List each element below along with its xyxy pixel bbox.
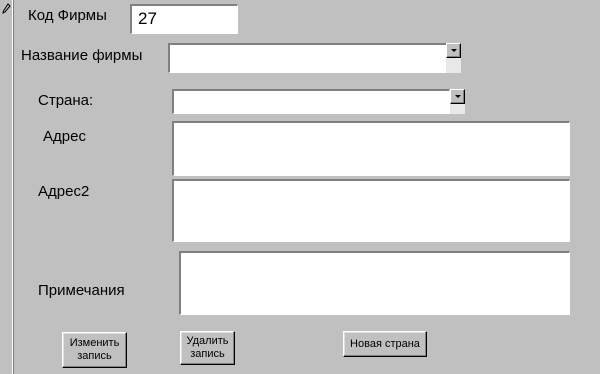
address2-label: Адрес2	[38, 183, 90, 200]
notes-field[interactable]	[179, 251, 570, 315]
notes-label: Примечания	[38, 282, 125, 299]
firm-name-dropdown-track	[446, 58, 461, 73]
firm-name-combo[interactable]	[168, 43, 447, 73]
chevron-down-icon	[451, 49, 457, 52]
country-dropdown-button[interactable]	[450, 89, 465, 104]
firm-code-field[interactable]: 27	[130, 4, 238, 34]
new-country-button[interactable]: Новая страна	[343, 331, 427, 357]
country-label: Страна:	[38, 92, 94, 109]
edit-record-button[interactable]: Изменить запись	[62, 332, 127, 368]
firm-name-label: Название фирмы	[21, 47, 143, 64]
address2-field[interactable]	[172, 179, 570, 242]
country-combo[interactable]	[172, 89, 450, 114]
record-selector[interactable]	[0, 0, 14, 374]
pencil-icon	[2, 3, 11, 14]
country-dropdown-track	[450, 104, 465, 114]
address-field[interactable]	[172, 121, 570, 176]
firm-form: Код Фирмы 27 Название фирмы Страна: Адре…	[0, 0, 600, 374]
delete-record-button[interactable]: Удалить запись	[180, 331, 235, 365]
chevron-down-icon	[455, 95, 461, 98]
firm-code-label: Код Фирмы	[28, 7, 107, 24]
firm-name-dropdown-button[interactable]	[446, 43, 461, 58]
address-label: Адрес	[43, 128, 86, 145]
